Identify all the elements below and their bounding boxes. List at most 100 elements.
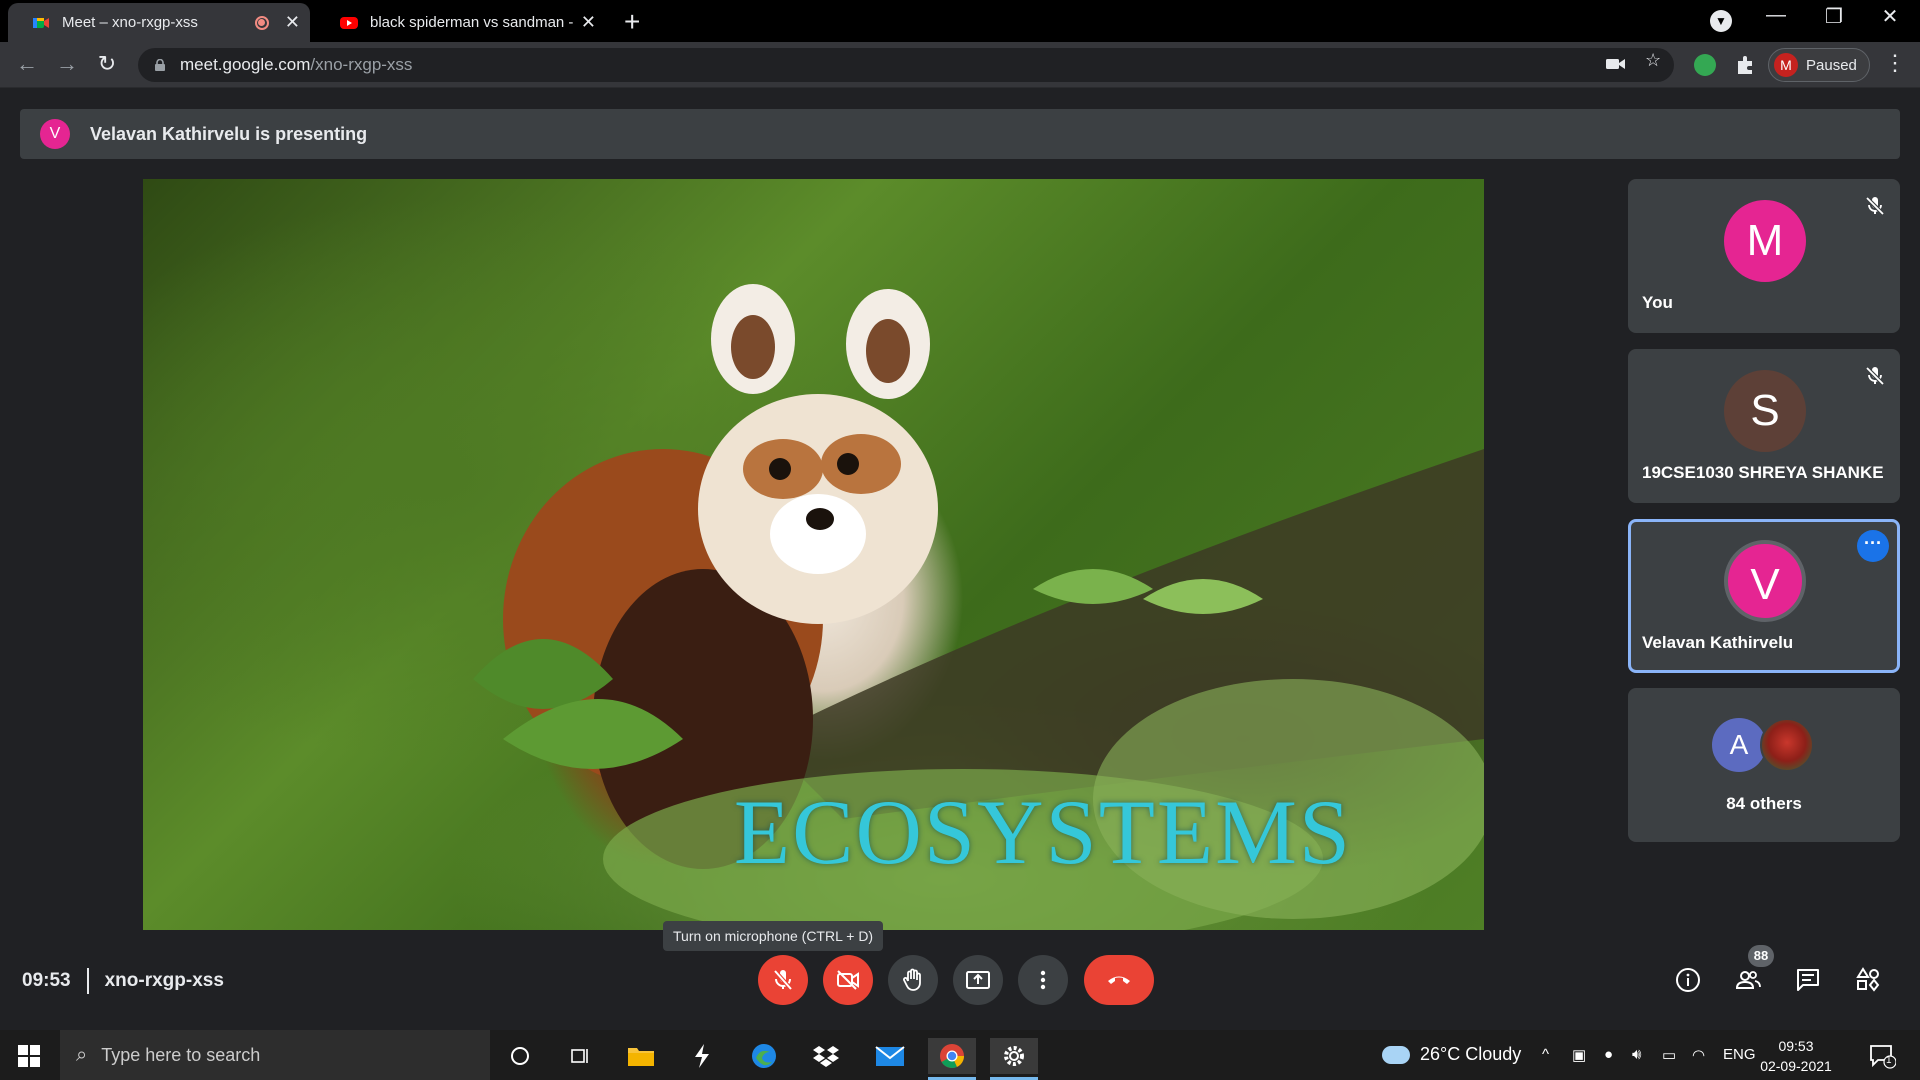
browser-tab-strip: Meet – xno-rxgp-xss ✕ black spiderman vs… <box>0 0 1920 42</box>
battery-icon[interactable]: ▭ <box>1662 1046 1676 1064</box>
chrome-icon[interactable] <box>928 1038 976 1080</box>
mail-icon[interactable] <box>866 1038 914 1074</box>
taskbar-clock[interactable]: 09:53 02-09-2021 <box>1756 1036 1836 1076</box>
restore-icon[interactable]: ❐ <box>1814 4 1854 29</box>
people-icon <box>1735 971 1761 989</box>
back-icon[interactable]: ← <box>12 51 42 77</box>
weather-text: 26°C Cloudy <box>1420 1044 1522 1064</box>
meeting-time: 09:53 <box>22 970 71 991</box>
mic-off-icon <box>1865 366 1885 386</box>
lock-icon <box>155 59 165 71</box>
chat-button[interactable] <box>1792 964 1824 996</box>
address-bar[interactable]: meet.google.com/xno-rxgp-xss <box>138 48 1674 82</box>
clock-date: 02-09-2021 <box>1760 1058 1832 1074</box>
presenting-banner: V Velavan Kathirvelu is presenting <box>20 109 1900 159</box>
present-now-button[interactable] <box>953 955 1003 1005</box>
action-center-button[interactable]: 1 <box>1866 1040 1897 1070</box>
lightning-app-icon[interactable] <box>678 1038 726 1074</box>
present-screen-icon <box>966 971 990 989</box>
activities-shapes-icon <box>1856 967 1880 992</box>
url-path: /xno-rxgp-xss <box>310 55 413 74</box>
participant-tile-velavan[interactable]: V ··· Velavan Kathirvelu <box>1628 519 1900 673</box>
taskbar-search-box[interactable]: ⌕ Type here to search <box>60 1030 490 1080</box>
participant-avatar: M <box>1724 200 1806 282</box>
extension-green-icon[interactable] <box>1694 54 1716 76</box>
google-meet-icon <box>33 17 49 28</box>
camera-toggle-button[interactable] <box>823 955 873 1005</box>
meet-now-icon[interactable]: ▣ <box>1572 1046 1586 1064</box>
tab-youtube-title: black spiderman vs sandman - Yo <box>370 14 573 31</box>
search-icon: ⌕ <box>76 1043 88 1066</box>
chat-icon <box>1797 969 1819 991</box>
cortana-icon[interactable] <box>496 1038 544 1074</box>
presenter-avatar: V <box>40 119 70 149</box>
browser-menu-icon[interactable]: ⋮ <box>1884 50 1906 76</box>
more-options-button[interactable] <box>1018 955 1068 1005</box>
participant-name: Velavan Kathirvelu <box>1642 633 1794 652</box>
participants-button[interactable] <box>1732 964 1764 996</box>
participant-avatar: A <box>1712 718 1766 772</box>
settings-gear-icon[interactable] <box>990 1038 1038 1080</box>
raise-hand-button[interactable] <box>888 955 938 1005</box>
participant-tile-shreya[interactable]: S 19CSE1030 SHREYA SHANKE <box>1628 349 1900 503</box>
wifi-icon[interactable]: ◠ <box>1692 1046 1705 1064</box>
info-icon <box>1676 968 1700 992</box>
participant-avatar: S <box>1724 370 1806 452</box>
volume-icon[interactable]: 🔊︎ <box>1632 1046 1641 1063</box>
camera-off-icon <box>837 970 859 990</box>
windows-taskbar: ⌕ Type here to search 26°C Cloudy ^ ▣ ● … <box>0 1030 1920 1080</box>
minimize-icon[interactable]: — <box>1756 4 1796 27</box>
tab-youtube[interactable]: black spiderman vs sandman - Yo ✕ <box>316 3 606 42</box>
screen: Meet – xno-rxgp-xss ✕ black spiderman vs… <box>0 0 1920 1080</box>
cloud-icon <box>1382 1045 1410 1064</box>
others-count: 84 others <box>1726 794 1802 813</box>
slide-title: ECOSYSTEMS <box>733 781 1353 883</box>
profile-avatar: M <box>1774 53 1798 77</box>
language-indicator[interactable]: ENG <box>1723 1046 1756 1063</box>
show-hidden-icons-icon[interactable]: ^ <box>1542 1046 1549 1063</box>
microphone-tray-icon[interactable]: ● <box>1604 1046 1613 1063</box>
participant-tile-others[interactable]: A 84 others <box>1628 688 1900 842</box>
tab-search-icon[interactable]: ▼ <box>1710 10 1732 32</box>
mic-off-icon <box>1865 196 1885 216</box>
meeting-details: 09:53 xno-rxgp-xss <box>22 968 224 994</box>
close-icon[interactable]: ✕ <box>285 12 300 33</box>
profile-button[interactable]: M Paused <box>1768 48 1870 82</box>
dropbox-icon[interactable] <box>802 1038 850 1074</box>
reload-icon[interactable]: ↻ <box>92 51 122 77</box>
microphone-tooltip: Turn on microphone (CTRL + D) <box>663 921 884 951</box>
close-icon[interactable]: ✕ <box>581 12 596 33</box>
meeting-code: xno-rxgp-xss <box>104 970 224 991</box>
participant-photo-avatar <box>1760 718 1814 772</box>
windows-start-icon[interactable] <box>18 1045 40 1067</box>
participant-name: You <box>1642 293 1673 312</box>
divider <box>86 968 89 994</box>
window-close-icon[interactable]: ✕ <box>1870 4 1910 29</box>
task-view-icon[interactable] <box>556 1038 604 1074</box>
more-options-icon[interactable]: ··· <box>1857 530 1889 562</box>
participant-count-badge: 88 <box>1748 945 1774 967</box>
tab-meet-title: Meet – xno-rxgp-xss <box>62 14 198 31</box>
file-explorer-icon[interactable] <box>617 1038 665 1074</box>
bookmark-star-icon[interactable]: ☆ <box>1645 50 1661 71</box>
more-vert-icon <box>1040 970 1046 990</box>
forward-icon[interactable]: → <box>52 51 82 77</box>
leave-call-button[interactable] <box>1084 955 1154 1005</box>
profile-status: Paused <box>1806 56 1857 74</box>
url-host: meet.google.com <box>180 55 311 74</box>
edge-browser-icon[interactable] <box>740 1038 788 1074</box>
participant-tile-you[interactable]: M You <box>1628 179 1900 333</box>
tab-meet[interactable]: Meet – xno-rxgp-xss ✕ <box>8 3 310 42</box>
new-tab-button[interactable]: + <box>624 6 640 38</box>
presenting-text: Velavan Kathirvelu is presenting <box>90 123 368 144</box>
hand-icon <box>903 968 921 991</box>
extensions-puzzle-icon[interactable] <box>1735 54 1757 76</box>
others-avatars: A <box>1712 718 1814 772</box>
meeting-details-button[interactable] <box>1672 964 1704 996</box>
notification-count: 1 <box>1886 1055 1892 1066</box>
microphone-toggle-button[interactable] <box>758 955 808 1005</box>
presentation-slide: ECOSYSTEMS <box>143 179 1484 930</box>
activities-button[interactable] <box>1852 964 1884 996</box>
weather-widget[interactable]: 26°C Cloudy <box>1382 1044 1521 1065</box>
camera-in-use-icon[interactable] <box>1606 56 1626 72</box>
